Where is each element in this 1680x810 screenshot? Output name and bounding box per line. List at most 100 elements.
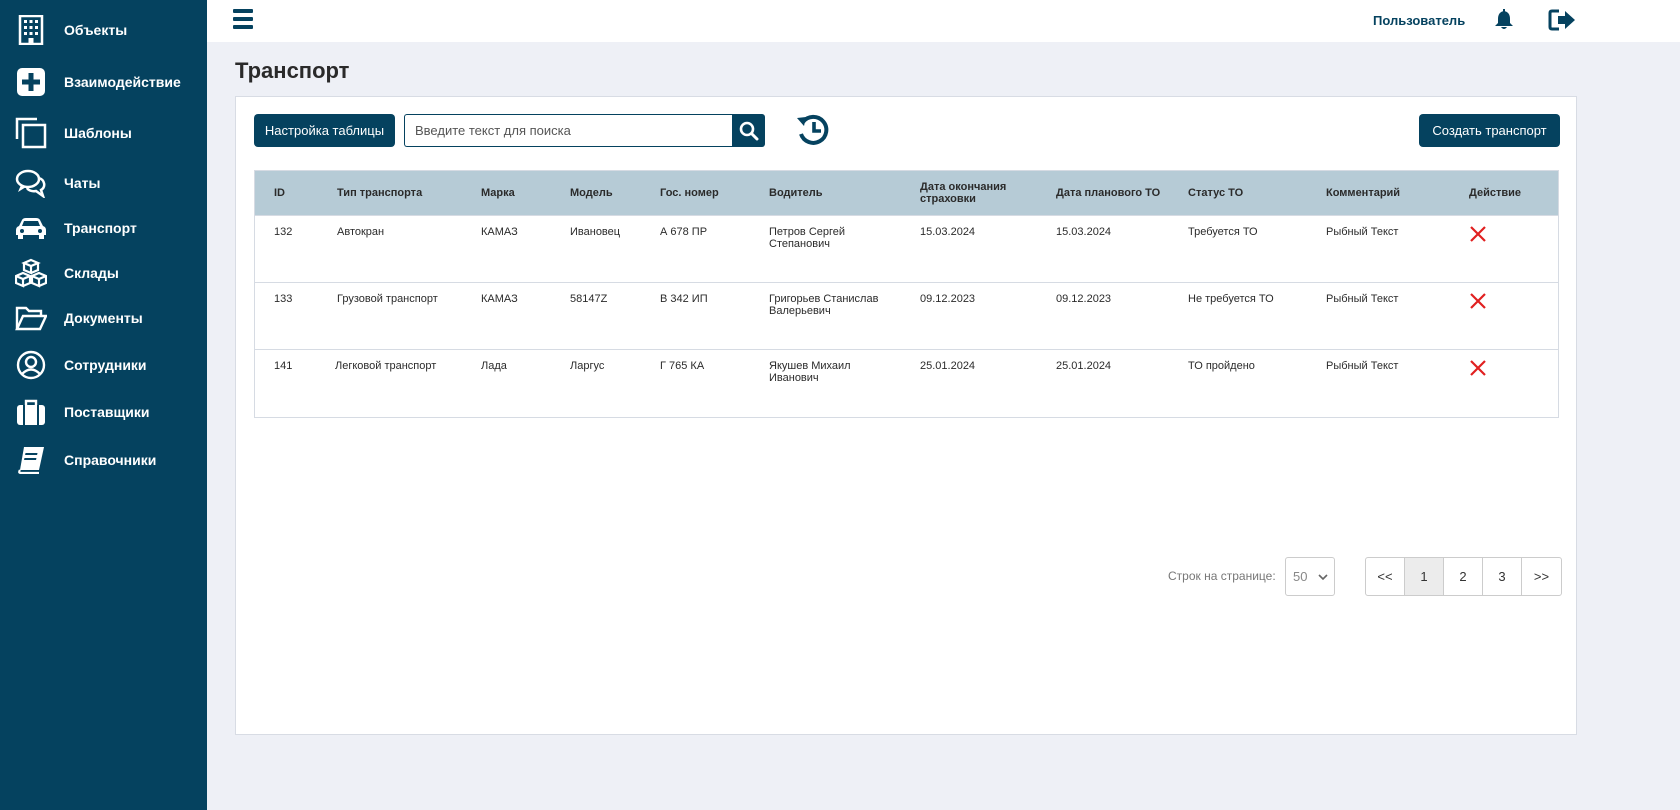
cell-status: Требуется ТО — [1188, 226, 1258, 238]
table-settings-button[interactable]: Настройка таблицы — [254, 114, 395, 147]
cell-id: 141 — [274, 360, 293, 372]
search-input[interactable] — [404, 114, 733, 147]
sidebar-item-label: Транспорт — [64, 220, 137, 236]
briefcase-icon — [15, 396, 47, 428]
plus-square-icon — [15, 66, 47, 98]
page-next-button[interactable]: >> — [1522, 558, 1561, 595]
cell-comment: Рыбный Текст — [1326, 293, 1399, 305]
sidebar-item-warehouses[interactable]: Склады — [0, 253, 207, 293]
sidebar-item-label: Сотрудники — [64, 357, 147, 373]
sidebar-item-label: Склады — [64, 265, 119, 281]
sidebar-item-chats[interactable]: Чаты — [0, 163, 207, 203]
building-icon — [15, 14, 47, 46]
book-icon — [15, 444, 47, 476]
table-row[interactable]: 132 Автокран КАМАЗ Ивановец А 678 ПР Пет… — [255, 215, 1558, 282]
column-header[interactable]: Комментарий — [1326, 171, 1400, 215]
cell-maintenance-date: 09.12.2023 — [1056, 293, 1112, 305]
copy-icon — [15, 117, 47, 149]
history-reset-icon[interactable] — [795, 112, 831, 148]
rows-per-page-value: 50 — [1293, 569, 1308, 584]
sidebar-item-label: Поставщики — [64, 404, 150, 420]
column-header: Действие — [1469, 187, 1521, 199]
cell-brand: КАМАЗ — [481, 226, 518, 238]
column-header[interactable]: Водитель — [769, 171, 823, 215]
boxes-icon — [15, 257, 47, 289]
rows-per-page-select[interactable]: 50 — [1285, 557, 1335, 596]
chat-bubbles-icon — [15, 167, 47, 199]
page-3-button[interactable]: 3 — [1483, 558, 1522, 595]
page-prev-button[interactable]: << — [1366, 558, 1405, 595]
cell-model: Ивановец — [570, 226, 621, 238]
cell-driver: Петров Сергей Степанович — [769, 226, 846, 250]
cell-id: 133 — [274, 293, 293, 305]
cell-plate: А 678 ПР — [660, 226, 708, 238]
transport-table: ID Тип транспорта Марка Модель Гос. номе… — [254, 170, 1559, 418]
page-1-button[interactable]: 1 — [1405, 558, 1444, 595]
cell-type: Автокран — [337, 226, 385, 238]
column-header[interactable]: Гос. номер — [660, 171, 719, 215]
cell-insurance-date: 09.12.2023 — [920, 293, 976, 305]
bell-icon[interactable] — [1493, 9, 1515, 31]
delete-icon[interactable] — [1469, 292, 1487, 310]
sidebar-item-transport[interactable]: Транспорт — [0, 208, 207, 248]
sidebar-item-objects[interactable]: Объекты — [0, 10, 207, 50]
cell-maintenance-date: 15.03.2024 — [1056, 226, 1112, 238]
rows-per-page-label: Строк на странице: — [1168, 569, 1276, 583]
column-header[interactable]: Дата планового ТО — [1056, 171, 1160, 215]
cell-plate: В 342 ИП — [660, 293, 708, 305]
cell-comment: Рыбный Текст — [1326, 226, 1399, 238]
sidebar-item-label: Документы — [64, 310, 143, 326]
search-icon — [739, 121, 758, 140]
cell-status: ТО пройдено — [1188, 360, 1255, 372]
content-card: Настройка таблицы Создать транспорт ID Т… — [235, 96, 1577, 735]
folder-open-icon — [15, 302, 47, 334]
cell-model: Ларгус — [570, 360, 605, 372]
logout-icon[interactable] — [1548, 8, 1576, 32]
column-header[interactable]: Модель — [570, 171, 613, 215]
column-header[interactable]: ID — [274, 171, 285, 215]
car-icon — [15, 212, 47, 244]
table-row[interactable]: 133 Грузовой транспорт КАМАЗ 58147Z В 34… — [255, 282, 1558, 349]
delete-icon[interactable] — [1469, 225, 1487, 243]
pagination: << 1 2 3 >> — [1365, 557, 1562, 596]
cell-model: 58147Z — [570, 293, 608, 305]
cell-type: Грузовой транспорт — [337, 293, 438, 305]
cell-insurance-date: 25.01.2024 — [920, 360, 976, 372]
cell-comment: Рыбный Текст — [1326, 360, 1399, 372]
cell-brand: КАМАЗ — [481, 293, 518, 305]
cell-plate: Г 765 КА — [660, 360, 705, 372]
sidebar-item-label: Справочники — [64, 452, 157, 468]
menu-toggle-icon[interactable] — [233, 9, 253, 29]
sidebar-item-references[interactable]: Справочники — [0, 440, 207, 480]
cell-id: 132 — [274, 226, 293, 238]
create-transport-button[interactable]: Создать транспорт — [1419, 114, 1560, 147]
user-menu[interactable]: Пользователь — [1373, 13, 1465, 28]
sidebar: Объекты Взаимодействие Шаблоны Чаты Тран… — [0, 0, 207, 810]
cell-driver: Григорьев Станислав Валерьевич — [769, 293, 879, 317]
column-header[interactable]: Статус ТО — [1188, 171, 1243, 215]
table-header: ID Тип транспорта Марка Модель Гос. номе… — [255, 171, 1558, 215]
sidebar-item-suppliers[interactable]: Поставщики — [0, 392, 207, 432]
sidebar-item-label: Взаимодействие — [64, 74, 181, 90]
sidebar-item-label: Шаблоны — [64, 125, 132, 141]
top-bar: Пользователь — [207, 0, 1680, 42]
cell-maintenance-date: 25.01.2024 — [1056, 360, 1112, 372]
sidebar-item-interaction[interactable]: Взаимодействие — [0, 62, 207, 102]
sidebar-item-documents[interactable]: Документы — [0, 298, 207, 338]
sidebar-item-templates[interactable]: Шаблоны — [0, 113, 207, 153]
search-button[interactable] — [732, 114, 765, 147]
cell-type: Легковой транспорт — [335, 360, 437, 372]
table-row[interactable]: 141 Легковой транспорт Лада Ларгус Г 765… — [255, 349, 1558, 416]
page-title: Транспорт — [235, 58, 350, 83]
cell-status: Не требуется ТО — [1188, 293, 1274, 305]
column-header[interactable]: Тип транспорта — [337, 171, 422, 215]
cell-brand: Лада — [481, 360, 507, 372]
sidebar-item-employees[interactable]: Сотрудники — [0, 345, 207, 385]
chevron-down-icon — [1318, 574, 1328, 581]
cell-driver: Якушев Михаил Иванович — [769, 360, 851, 384]
column-header[interactable]: Дата окончания страховки — [920, 171, 1030, 215]
column-header[interactable]: Марка — [481, 171, 515, 215]
sidebar-item-label: Чаты — [64, 175, 101, 191]
page-2-button[interactable]: 2 — [1444, 558, 1483, 595]
delete-icon[interactable] — [1469, 359, 1487, 377]
